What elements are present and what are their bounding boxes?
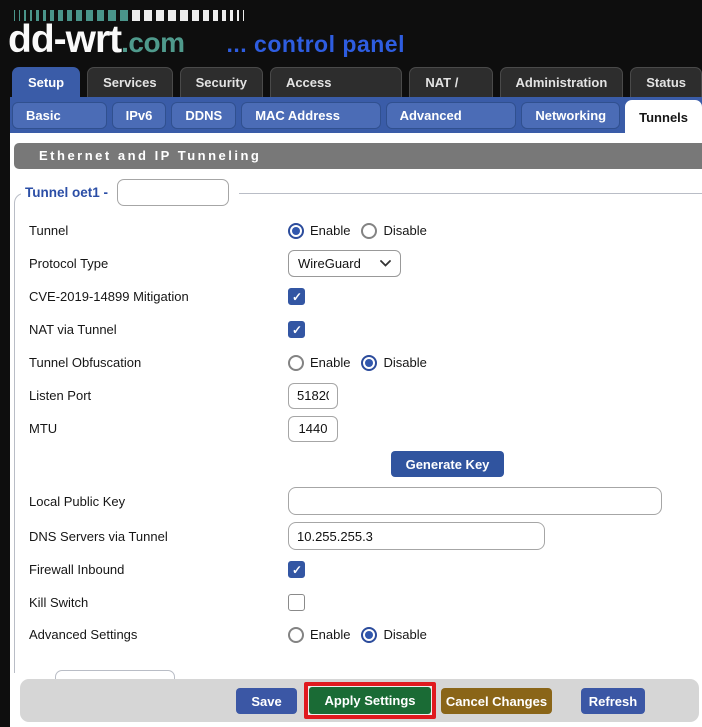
cancel-changes-button[interactable]: Cancel Changes: [441, 688, 552, 714]
tunnel-obfuscation-label: Tunnel Obfuscation: [29, 355, 288, 370]
tagline: ... control panel: [227, 31, 405, 58]
generate-key-button[interactable]: Generate Key: [391, 451, 504, 477]
dd-wrt-control-panel: dd-wrt .com ... control panel SetupServi…: [0, 0, 702, 727]
apply-settings-button[interactable]: Apply Settings: [309, 687, 431, 714]
listen-port-input[interactable]: [288, 383, 338, 409]
sub-nav: Basic SetupIPv6DDNSMAC Address CloneAdva…: [10, 97, 702, 133]
tunnel-disable-radio[interactable]: [361, 223, 377, 239]
subtab-ipv6[interactable]: IPv6: [112, 102, 167, 129]
tunnel-enable-option: Enable: [310, 223, 350, 238]
row-cve-mitigation: CVE-2019-14899 Mitigation: [15, 280, 702, 313]
subtab-ddns[interactable]: DDNS: [171, 102, 236, 129]
advanced-disable-option: Disable: [383, 627, 426, 642]
local-public-key-input[interactable]: [288, 487, 662, 515]
section-header: Ethernet and IP Tunneling: [14, 143, 702, 169]
tunnel-label: Tunnel: [29, 223, 288, 238]
subtab-tunnels[interactable]: Tunnels: [625, 100, 702, 133]
obfuscation-disable-option: Disable: [383, 355, 426, 370]
row-advanced-settings: Advanced Settings Enable Disable: [15, 619, 702, 650]
tunnel-name-input[interactable]: [117, 179, 229, 206]
brand-text: dd-wrt: [8, 18, 121, 62]
advanced-enable-radio[interactable]: [288, 627, 304, 643]
local-public-key-label: Local Public Key: [29, 494, 288, 509]
protocol-type-select[interactable]: WireGuard: [288, 250, 401, 277]
kill-switch-checkbox[interactable]: [288, 594, 305, 611]
row-listen-port: Listen Port: [15, 379, 702, 412]
protocol-type-label: Protocol Type: [29, 256, 288, 271]
nat-via-tunnel-checkbox[interactable]: [288, 321, 305, 338]
obfuscation-disable-radio[interactable]: [361, 355, 377, 371]
tab-nat-qos[interactable]: NAT / QoS: [409, 67, 492, 97]
advanced-settings-label: Advanced Settings: [29, 627, 288, 642]
row-nat-via-tunnel: NAT via Tunnel: [15, 313, 702, 346]
row-kill-switch: Kill Switch: [15, 586, 702, 619]
mtu-label: MTU: [29, 421, 288, 436]
advanced-disable-radio[interactable]: [361, 627, 377, 643]
action-bar: Save Apply Settings Cancel Changes Refre…: [20, 679, 699, 722]
row-local-public-key: Local Public Key: [15, 483, 702, 519]
firewall-inbound-checkbox[interactable]: [288, 561, 305, 578]
chevron-down-icon: [380, 260, 391, 267]
dns-servers-label: DNS Servers via Tunnel: [29, 529, 288, 544]
protocol-type-value: WireGuard: [298, 256, 361, 271]
row-tunnel-obfuscation: Tunnel Obfuscation Enable Disable: [15, 346, 702, 379]
mtu-input[interactable]: [288, 416, 338, 442]
tab-access-restrictions[interactable]: Access Restrictions: [270, 67, 402, 97]
tunnel-legend-label: Tunnel oet1 -: [25, 185, 108, 200]
apply-settings-highlight: Apply Settings: [304, 682, 436, 719]
subtab-advanced-routing[interactable]: Advanced Routing: [386, 102, 517, 129]
tab-security[interactable]: Security: [180, 67, 263, 97]
row-mtu: MTU: [15, 412, 702, 445]
refresh-button[interactable]: Refresh: [581, 688, 645, 714]
listen-port-label: Listen Port: [29, 388, 288, 403]
tunnel-legend: Tunnel oet1 -: [21, 179, 239, 206]
obfuscation-enable-option: Enable: [310, 355, 350, 370]
tab-services[interactable]: Services: [87, 67, 173, 97]
subtab-networking[interactable]: Networking: [521, 102, 620, 129]
tunnel-enable-radio[interactable]: [288, 223, 304, 239]
tunnel-fieldset: Tunnel oet1 - Tunnel Enable Disable Prot…: [14, 193, 702, 673]
form-rows: Tunnel Enable Disable Protocol Type Wire…: [15, 194, 702, 650]
row-tunnel: Tunnel Enable Disable: [15, 214, 702, 247]
subtab-mac-address-clone[interactable]: MAC Address Clone: [241, 102, 380, 129]
advanced-enable-option: Enable: [310, 627, 350, 642]
header: dd-wrt .com ... control panel: [0, 0, 702, 64]
cve-mitigation-checkbox[interactable]: [288, 288, 305, 305]
dns-servers-input[interactable]: [288, 522, 545, 550]
brand-suffix: .com: [121, 27, 184, 59]
tab-status[interactable]: Status: [630, 67, 702, 97]
row-protocol-type: Protocol Type WireGuard: [15, 247, 702, 280]
logo: dd-wrt .com ... control panel: [8, 18, 405, 62]
tunnel-disable-option: Disable: [383, 223, 426, 238]
tab-setup[interactable]: Setup: [12, 67, 80, 97]
tab-administration[interactable]: Administration: [500, 67, 624, 97]
subtab-basic-setup[interactable]: Basic Setup: [12, 102, 107, 129]
nat-via-tunnel-label: NAT via Tunnel: [29, 322, 288, 337]
content: Ethernet and IP Tunneling Tunnel oet1 - …: [10, 133, 702, 727]
row-generate-key: Generate Key: [15, 445, 702, 483]
cve-mitigation-label: CVE-2019-14899 Mitigation: [29, 289, 288, 304]
row-dns-servers: DNS Servers via Tunnel: [15, 519, 702, 553]
firewall-inbound-label: Firewall Inbound: [29, 562, 288, 577]
obfuscation-enable-radio[interactable]: [288, 355, 304, 371]
main-nav: SetupServicesSecurityAccess Restrictions…: [0, 64, 702, 97]
row-firewall-inbound: Firewall Inbound: [15, 553, 702, 586]
save-button[interactable]: Save: [236, 688, 297, 714]
kill-switch-label: Kill Switch: [29, 595, 288, 610]
